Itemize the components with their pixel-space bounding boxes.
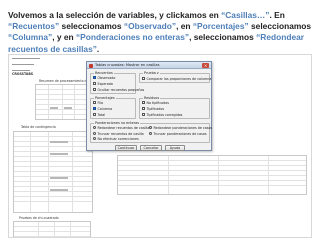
unstandardized-label: No tipificados xyxy=(146,101,170,105)
unstandardized-checkbox[interactable]: No tipificados xyxy=(142,101,169,106)
slide-caption: Volvemos a la selección de variables, y … xyxy=(8,10,314,55)
counts-group-title: Recuentos xyxy=(94,71,114,75)
truncate-case-weights-label: Truncar ponderaciones de casos xyxy=(153,131,207,136)
close-icon[interactable]: × xyxy=(202,63,209,68)
caption-text: seleccionamos xyxy=(248,21,312,32)
cancel-button[interactable]: Cancelar xyxy=(140,145,162,151)
caption-highlight: “Recuentos” xyxy=(8,21,60,32)
row-label: Fila xyxy=(97,101,104,105)
no-adjustments-label: No efectuar correcciones xyxy=(97,137,139,141)
standardized-checkbox[interactable]: Tipificados xyxy=(142,107,164,112)
round-case-weights-radio[interactable]: Redondear ponderaciones de casos xyxy=(149,126,212,131)
counts-group: Recuentos Observado Esperado Ocultar rec… xyxy=(90,71,144,94)
z-test-group-title: Prueba z xyxy=(143,71,160,75)
truncate-cell-counts-radio[interactable]: Truncar recuentos de casilla xyxy=(93,132,144,137)
percentages-group-title: Porcentajes xyxy=(94,96,116,100)
crosstab-table xyxy=(13,131,93,213)
expected-checkbox[interactable]: Esperado xyxy=(93,82,113,87)
section-label: CROSSTABS xyxy=(12,72,34,76)
chisquare-table xyxy=(13,221,91,237)
z-test-group: Prueba z Comparar las proporciones de co… xyxy=(139,71,211,83)
caption-text: , y en xyxy=(52,32,76,43)
app-icon xyxy=(89,63,93,68)
observed-label: Observado xyxy=(97,76,116,80)
caption-text: . En xyxy=(269,10,285,20)
cells-dialog: Tablas cruzadas: Mostrar en casillas × R… xyxy=(86,61,212,151)
radio-icon xyxy=(93,131,96,135)
caption-text: , seleccionamos xyxy=(189,32,257,43)
caption-text: seleccionamos xyxy=(59,21,124,32)
checkbox-checked-icon xyxy=(93,107,96,111)
truncate-case-weights-radio[interactable]: Truncar ponderaciones de casos xyxy=(149,132,207,137)
continue-button[interactable]: Continuar xyxy=(115,145,137,151)
adjusted-standardized-label: Tipificados corregidos xyxy=(146,113,183,117)
caption-highlight: “Ponderaciones no enteras” xyxy=(75,32,190,43)
total-label: Total xyxy=(97,113,106,117)
result-table-right xyxy=(117,155,307,195)
checkbox-icon xyxy=(142,113,145,117)
caption-text: . xyxy=(96,43,100,54)
truncate-cell-counts-label: Truncar recuentos de casilla xyxy=(97,131,144,136)
column-percent-checkbox[interactable]: Columna xyxy=(93,107,112,112)
caption-highlight: “Columna” xyxy=(8,32,53,43)
total-percent-checkbox[interactable]: Total xyxy=(93,113,105,118)
checkbox-icon xyxy=(142,101,145,105)
residuals-group-title: Residuos xyxy=(143,96,161,100)
table3-title: Pruebas de chi-cuadrado xyxy=(19,216,59,220)
radio-icon xyxy=(93,137,96,141)
radio-selected-icon xyxy=(93,126,96,130)
hide-small-counts-label: Ocultar recuentos pequeños xyxy=(97,88,145,92)
radio-icon xyxy=(149,131,152,135)
caption-text: Volvemos a la selección de variables, y … xyxy=(8,10,222,20)
noninteger-weights-group: Ponderaciones no enteras Redondear recue… xyxy=(90,121,212,143)
checkbox-icon xyxy=(93,113,96,117)
row-percent-checkbox[interactable]: Fila xyxy=(93,101,103,106)
compare-proportions-label: Comparar las proporciones de columna xyxy=(146,77,212,81)
table2-title: Tabla de contingencia xyxy=(21,125,56,129)
caption-highlight: “Observado” xyxy=(123,21,177,32)
checkbox-icon xyxy=(93,88,96,92)
caption-highlight: “Casillas…” xyxy=(221,10,270,20)
checkbox-icon xyxy=(142,77,145,81)
no-adjustments-radio[interactable]: No efectuar correcciones xyxy=(93,137,139,142)
checkbox-checked-icon xyxy=(93,76,96,80)
residuals-group: Residuos No tipificados Tipificados Tipi… xyxy=(139,96,210,119)
compare-proportions-checkbox[interactable]: Comparar las proporciones de columna xyxy=(142,77,211,82)
round-case-weights-label: Redondear ponderaciones de casos xyxy=(153,126,213,130)
adjusted-standardized-checkbox[interactable]: Tipificados corregidos xyxy=(142,113,182,118)
observed-checkbox[interactable]: Observado xyxy=(93,76,115,81)
dialog-titlebar[interactable]: Tablas cruzadas: Mostrar en casillas × xyxy=(87,62,211,69)
caption-text: , en xyxy=(176,21,193,32)
round-cell-counts-radio[interactable]: Redondear recuentos de casillas xyxy=(93,126,151,131)
hide-small-counts-checkbox[interactable]: Ocultar recuentos pequeños xyxy=(93,88,144,93)
column-label: Columna xyxy=(97,107,113,111)
help-button[interactable]: Ayuda xyxy=(165,145,185,151)
standardized-label: Tipificados xyxy=(146,107,165,111)
noninteger-weights-group-title: Ponderaciones no enteras xyxy=(94,121,141,125)
checkbox-icon xyxy=(93,101,96,105)
percentages-group: Porcentajes Fila Columna Total xyxy=(90,96,136,119)
round-cell-counts-label: Redondear recuentos de casillas xyxy=(97,126,152,130)
caption-highlight: “Porcentajes” xyxy=(192,21,249,32)
dialog-title: Tablas cruzadas: Mostrar en casillas xyxy=(95,63,160,67)
checkbox-icon xyxy=(142,107,145,111)
radio-icon xyxy=(149,126,152,130)
expected-label: Esperado xyxy=(97,82,113,86)
checkbox-icon xyxy=(93,82,96,86)
